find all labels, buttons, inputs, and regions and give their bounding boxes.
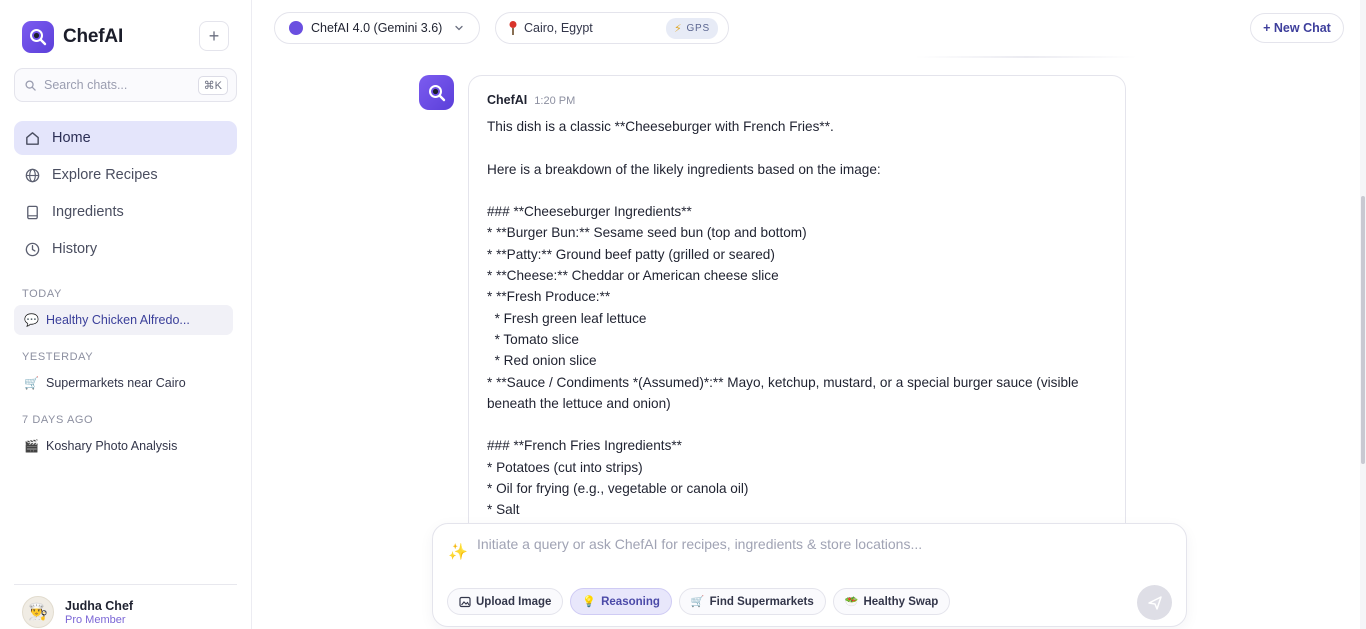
location-selector[interactable]: Cairo, Egypt ⚡ GPS [495,12,729,44]
chefai-logo-icon [22,21,54,53]
chat-item-koshary-photo-analysis[interactable]: 🎬 Koshary Photo Analysis [14,431,233,461]
chip-label: Find Supermarkets [709,595,814,608]
message-line [487,414,1112,435]
message-body: This dish is a classic **Cheeseburger wi… [487,116,1112,521]
message-line: * Oil for frying (e.g., vegetable or can… [487,481,749,497]
nav-label: Explore Recipes [52,167,158,183]
healthy-swap-button[interactable]: 🥗 Healthy Swap [832,588,951,615]
chip-label: Upload Image [476,595,552,608]
send-button[interactable] [1137,585,1172,620]
nav-label: Home [52,130,91,146]
nav-item-history[interactable]: History [14,232,237,266]
message-line: * Potatoes (cut into strips) [487,459,643,475]
lightning-icon: ⚡ [673,22,683,35]
message-line: ### **Cheeseburger Ingredients** [487,204,692,220]
chat-item-healthy-chicken-alfredo[interactable]: 💬 Healthy Chicken Alfredo... [14,305,233,335]
composer-actions: Upload Image 💡 Reasoning 🛒 Find Supermar… [447,588,951,615]
map-pin-icon [509,21,517,35]
message-line: * Tomato slice [487,331,579,347]
user-profile[interactable]: 👨‍🍳 Judha Chef Pro Member [22,596,133,628]
send-icon [1147,595,1162,610]
prompt-input[interactable] [477,536,1077,552]
nav-label: Ingredients [52,204,124,220]
location-name: Cairo, Egypt [524,21,593,35]
sparkle-icon: ✨ [448,544,468,561]
nav-item-home[interactable]: Home [14,121,237,155]
message-line: * **Burger Bun:** Sesame seed bun (top a… [487,225,807,241]
brand[interactable]: ChefAI [22,21,123,53]
model-selector[interactable]: ChefAI 4.0 (Gemini 3.6) [274,12,480,44]
message-line: * Red onion slice [487,353,597,369]
avatar: 👨‍🍳 [22,596,54,628]
message-line: * **Patty:** Ground beef patty (grilled … [487,246,775,262]
chevron-down-icon [455,25,463,31]
message-line [487,137,1112,158]
search-shortcut: ⌘K [197,75,228,95]
nav-item-ingredients[interactable]: Ingredients [14,195,237,229]
message-line: * **Sauce / Condiments *(Assumed)*:** Ma… [487,374,1083,411]
gps-button[interactable]: ⚡ GPS [665,17,718,39]
chat-title: Koshary Photo Analysis [46,439,178,453]
message-line: * Fresh green leaf lettuce [487,310,647,326]
scrollbar-thumb[interactable] [1361,196,1365,464]
composer: ✨ Upload Image 💡 Reasoning 🛒 Find Superm… [432,523,1187,627]
model-logo-icon [289,21,303,35]
message-line: * **Fresh Produce:** [487,289,611,305]
image-icon [459,596,471,607]
chat-title: Healthy Chicken Alfredo... [46,313,190,327]
search-input[interactable]: Search chats... [44,78,198,92]
message-header: ChefAI 1:20 PM [487,93,575,107]
reasoning-toggle[interactable]: 💡 Reasoning [570,588,672,615]
assistant-message: ChefAI 1:20 PM This dish is a classic **… [468,75,1126,545]
gps-label: GPS [686,22,710,34]
cart-icon: 🛒 [24,376,39,390]
main-nav: Home Explore Recipes Ingredients History [14,121,237,269]
find-supermarkets-button[interactable]: 🛒 Find Supermarkets [678,588,826,615]
book-icon [27,205,38,219]
app-name: ChefAI [63,26,124,47]
chip-label: Healthy Swap [863,595,939,608]
message-line: This dish is a classic **Cheeseburger wi… [487,119,834,134]
chat-title: Supermarkets near Cairo [46,376,186,390]
lightbulb-icon: 💡 [582,596,597,608]
section-label-yesterday: YESTERDAY [22,351,94,363]
message-author: ChefAI [487,93,528,107]
chefai-avatar-icon [419,75,454,110]
home-icon [26,131,39,145]
upload-image-button[interactable]: Upload Image [447,588,564,615]
user-name: Judha Chef [65,598,134,613]
globe-icon [25,168,40,182]
chat-bubble-icon: 💬 [24,313,39,327]
sidebar-divider [14,584,237,585]
message-timestamp: 1:20 PM [534,95,576,107]
new-chat-button[interactable]: + New Chat [1250,13,1344,43]
chip-label: Reasoning [601,595,660,608]
nav-item-explore-recipes[interactable]: Explore Recipes [14,158,237,192]
new-chat-icon-button[interactable]: + [199,21,229,51]
message-line [487,180,1112,201]
section-label-7-days-ago: 7 DAYS AGO [22,414,94,426]
clock-icon [25,242,40,256]
message-line: ### **French Fries Ingredients** [487,438,682,454]
cart-icon: 🛒 [690,596,705,608]
message-line: * **Cheese:** Cheddar or American cheese… [487,268,779,284]
search-icon [25,79,36,91]
clapper-icon: 🎬 [24,439,39,453]
user-role: Pro Member [65,613,126,626]
model-name: ChefAI 4.0 (Gemini 3.6) [311,21,443,35]
plus-icon: + [208,25,220,46]
divider [915,56,1137,58]
section-label-today: TODAY [22,288,62,300]
search-chats[interactable]: Search chats... ⌘K [14,68,237,102]
message-line: * Salt [487,502,520,518]
salad-icon: 🥗 [844,596,859,608]
message-line: Here is a breakdown of the likely ingred… [487,161,881,177]
chat-item-supermarkets-near-cairo[interactable]: 🛒 Supermarkets near Cairo [14,368,233,398]
sidebar: ChefAI + Search chats... ⌘K Home Explore… [0,0,252,629]
nav-label: History [52,241,98,257]
